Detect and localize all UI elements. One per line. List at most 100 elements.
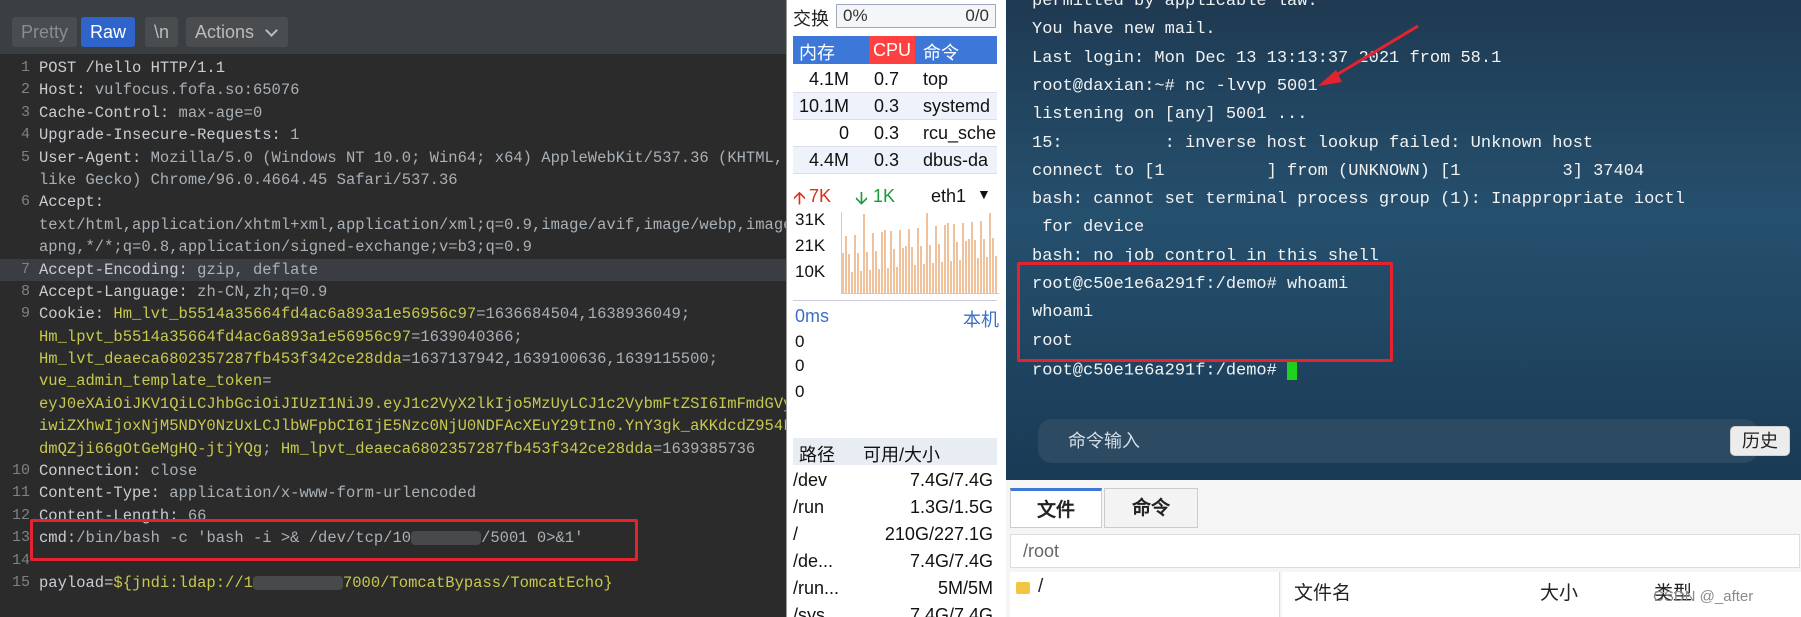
line-content: Cache-Control: max-age=0 (39, 102, 262, 124)
terminal-line: 15: : inverse host lookup failed: Unknow… (1032, 133, 1594, 153)
header-name: Connection: (39, 462, 151, 481)
process-mem: 10.1M (798, 96, 849, 116)
header-value: gzip, deflate (197, 260, 319, 279)
header-value: close (150, 462, 198, 481)
process-row[interactable]: 0 0.3 rcu_sche (793, 120, 997, 147)
disk-row[interactable]: /sys... 7.4G/7.4G (793, 602, 997, 617)
line-content: like Gecko) Chrome/96.0.4664.45 Safari/5… (39, 169, 458, 191)
disk-row[interactable]: /de... 7.4G/7.4G (793, 548, 997, 575)
net-download: 1K (873, 186, 896, 206)
request-line: 7 Accept-Encoding: gzip, deflate (0, 258, 786, 281)
cookie-name: dmQZji66gOtGeMgHQ-jtjYQg (39, 439, 263, 458)
cookie-name: Hm_lvt_deaeca6802357287fb453f342ce28dda (39, 350, 402, 369)
graph-bar (923, 264, 925, 293)
y-tick: 31K (795, 210, 826, 229)
disk-row[interactable]: /run... 5M/5M (793, 575, 997, 602)
cpu-header[interactable]: CPU (869, 36, 915, 64)
process-row[interactable]: 10.1M 0.3 systemd (793, 93, 997, 120)
disk-row[interactable]: /dev 7.4G/7.4G (793, 467, 997, 494)
header-value: vulfocus.fofa.so:65076 (94, 81, 300, 100)
header-value: =1639385736 (652, 439, 756, 458)
pretty-tab[interactable]: Pretty (12, 17, 78, 47)
path-header[interactable]: 路径 (799, 441, 835, 467)
graph-bar (950, 261, 952, 293)
graph-bar (920, 246, 922, 293)
graph-bar (884, 230, 886, 293)
header-value: apng,*/*;q=0.8,application/signed-exchan… (39, 238, 532, 257)
graph-bar (995, 256, 997, 293)
disk-row[interactable]: / 210G/227.1G (793, 521, 997, 548)
graph-bar (899, 230, 901, 293)
graph-bar (902, 248, 904, 293)
graph-bar (980, 221, 982, 293)
request-line: vue_admin_template_token= (0, 370, 786, 392)
size-header[interactable]: 大小 (1540, 578, 1578, 605)
path-input[interactable]: /root (1010, 534, 1800, 568)
mem-header[interactable]: 内存 (799, 39, 835, 65)
interface-select[interactable]: eth1 (931, 186, 966, 207)
line-content: eyJ0eXAiOiJKV1QiLCJhbGciOiJIUzI1NiJ9.eyJ… (39, 393, 786, 415)
size-header[interactable]: 可用/大小 (863, 441, 940, 467)
request-line: apng,*/*;q=0.8,application/signed-exchan… (0, 236, 786, 258)
request-body[interactable]: 1 POST /hello HTTP/1.1 2 Host: vulfocus.fof… (0, 57, 786, 594)
name-header[interactable]: 文件名 (1294, 578, 1351, 605)
local-label[interactable]: 本机 (963, 306, 999, 332)
history-button[interactable]: 历史 (1730, 426, 1790, 456)
command-input[interactable]: 命令输入 (1038, 419, 1758, 463)
line-content: Content-Type: application/x-www-form-url… (39, 482, 476, 504)
process-mem: 4.4M (808, 150, 849, 170)
process-cpu: 0.7 (873, 69, 899, 89)
chevron-down-icon[interactable]: ▼ (977, 186, 991, 202)
actions-menu-button[interactable]: Actions (186, 17, 289, 47)
header-name: POST /hello HTTP/1.1 (39, 59, 226, 77)
line-content: Hm_lpvt_b5514a35664fd4ac6a893a1e56956c97… (39, 326, 523, 348)
graph-bar (926, 213, 928, 293)
request-line: 3 Cache-Control: max-age=0 (0, 102, 786, 124)
request-line: eyJ0eXAiOiJKV1QiLCJhbGciOiJIUzI1NiJ9.eyJ… (0, 393, 786, 415)
header-value: like Gecko) Chrome/96.0.4664.45 Safari/5… (39, 170, 458, 189)
request-line: 9 Cookie: Hm_lvt_b5514a35664fd4ac6a893a1e… (0, 303, 786, 325)
tab-commands[interactable]: 命令 (1104, 488, 1198, 528)
graph-bar (908, 229, 910, 293)
graph-bar (863, 214, 865, 293)
highlight-box-cmd (30, 519, 638, 561)
tab-files[interactable]: 文件 (1010, 488, 1102, 528)
net-upload: 7K (809, 186, 832, 206)
header-value: Mozilla/5.0 (Windows NT 10.0; Win64; x64… (150, 148, 784, 167)
terminal-line: root@daxian:~# nc -lvvp 5001 (1032, 76, 1318, 96)
newline-toggle-button[interactable]: \n (145, 17, 179, 47)
highlight-box-whoami (1017, 262, 1393, 362)
process-row[interactable]: 4.4M 0.3 dbus-da (793, 147, 997, 174)
graph-bar (887, 268, 889, 293)
folder-icon (1016, 582, 1030, 594)
tree-root[interactable]: / (1038, 576, 1043, 598)
request-line: text/html,application/xhtml+xml,applicat… (0, 214, 786, 236)
graph-bar (953, 224, 955, 293)
line-content: apng,*/*;q=0.8,application/signed-exchan… (39, 236, 532, 258)
graph-bar (962, 223, 964, 293)
cmd-header[interactable]: 命令 (923, 39, 959, 65)
line-content: Cookie: Hm_lvt_b5514a35664fd4ac6a893a1e5… (39, 303, 690, 325)
graph-bar (857, 253, 859, 293)
header-value: = (262, 372, 272, 391)
cookie-name: iwiZXhwIjoxNjM5NDY0NzUxLCJlbWFpbCI6IjE5N… (39, 417, 786, 436)
cookie-name: 7000/TomcatBypass/TomcatEcho} (342, 573, 613, 592)
disk-size: 7.4G/7.4G (909, 551, 993, 571)
graph-bar (875, 251, 877, 293)
process-table-header: 内存 CPU 命令 (793, 36, 997, 64)
disk-row[interactable]: /run 1.3G/1.5G (793, 494, 997, 521)
line-content: Host: vulfocus.fofa.so:65076 (39, 79, 299, 101)
line-content: Upgrade-Insecure-Requests: 1 (39, 124, 299, 146)
graph-bar (932, 263, 934, 293)
request-line: 10 Connection: close (0, 460, 786, 482)
raw-tab[interactable]: Raw (81, 17, 136, 47)
graph-bar (860, 271, 862, 293)
process-cpu: 0.3 (873, 96, 899, 116)
graph-bar (977, 258, 979, 293)
process-row[interactable]: 4.1M 0.7 top (793, 66, 997, 93)
process-cpu: 0.3 (873, 150, 899, 170)
graph-bar (947, 223, 949, 293)
process-mem: 0 (838, 123, 849, 143)
request-editor: Pretty Raw \n Actions 1 POST /hello HTTP/… (0, 0, 786, 617)
directory-tree[interactable]: / (1010, 572, 1280, 617)
